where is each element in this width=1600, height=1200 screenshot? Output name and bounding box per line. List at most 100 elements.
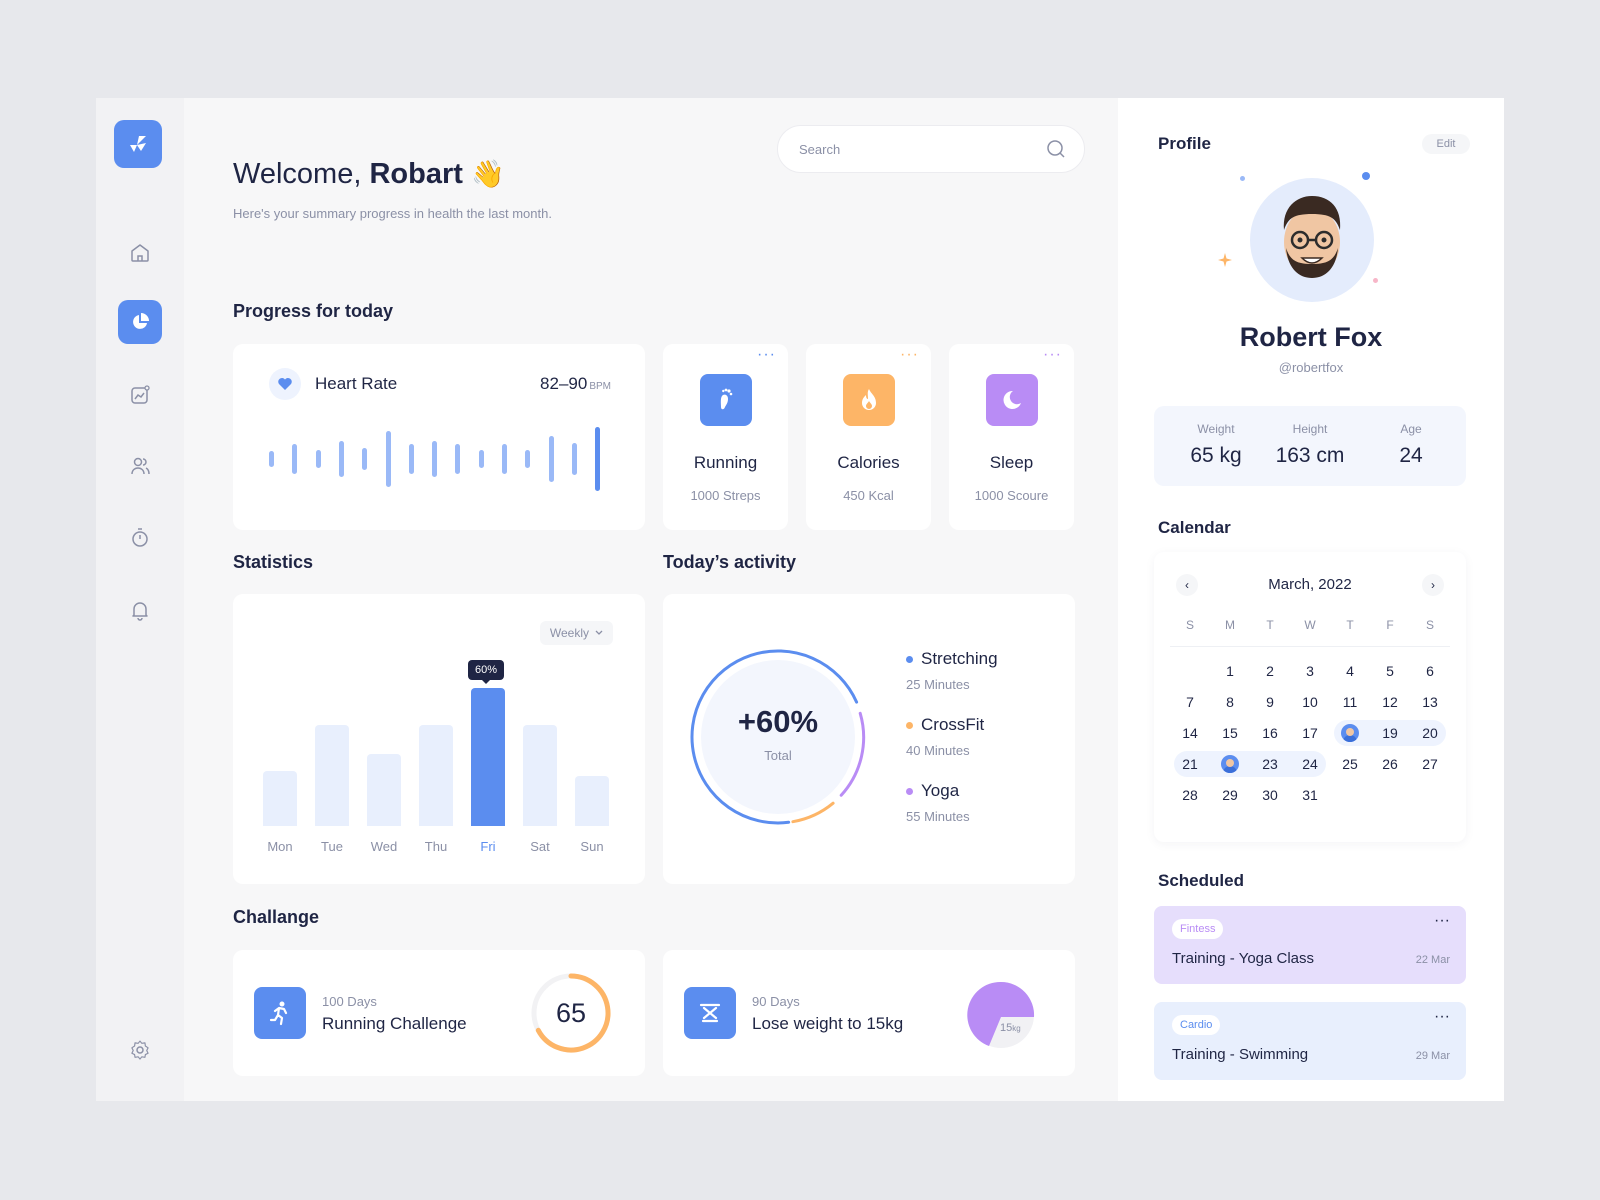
challenge-card-weight[interactable]: 90 Days Lose weight to 15kg 15kg [663,950,1075,1076]
calendar-day[interactable]: 1 [1210,658,1250,684]
activity-total-value: +60% [737,704,819,739]
period-dropdown[interactable]: Weekly [539,621,613,645]
calendar-day[interactable]: 10 [1290,689,1330,715]
waveform-bar [385,431,391,487]
calendar-day[interactable]: 30 [1250,782,1290,808]
weight-pie [967,981,1035,1048]
legend-crossfit-duration: 40 Minutes [906,743,970,758]
metric-label: Weight [1197,422,1235,436]
nav-settings[interactable] [118,1028,162,1072]
avatar[interactable] [1250,178,1374,302]
calendar-day[interactable]: 13 [1410,689,1450,715]
calories-label: Calories [837,453,900,472]
calendar-day[interactable]: 20 [1410,720,1450,746]
legend-dot [906,655,913,663]
calendar-day[interactable]: 26 [1370,751,1410,777]
scheduled-tag: Cardio [1172,1015,1221,1035]
search-input[interactable] [799,141,1046,157]
search-icon[interactable] [1046,139,1066,159]
calendar-day[interactable]: 8 [1210,689,1250,715]
sleep-card[interactable]: ··· Sleep 1000 Scoure [949,344,1074,530]
calendar-day[interactable] [1330,720,1370,746]
challenge-card-running[interactable]: 100 Days Running Challenge 65 [233,950,645,1076]
calendar-day[interactable]: 11 [1330,689,1370,715]
nav-users[interactable] [118,444,162,488]
trend-chart-icon [131,385,150,404]
nav-home[interactable] [118,231,162,275]
settings-icon [131,1040,149,1060]
running-card[interactable]: ··· Running 1000 Streps [663,344,788,530]
waveform-bar [269,451,274,467]
progress-title: Progress for today [233,301,394,321]
calendar-day[interactable]: 29 [1210,782,1250,808]
calendar-day[interactable]: 21 [1170,751,1210,777]
scheduled-item-yoga[interactable]: Fintess ··· Training - Yoga Class 22 Mar [1154,906,1466,984]
calendar-day[interactable]: 15 [1210,720,1250,746]
heart-rate-card[interactable]: Heart Rate 82–90 BPM [233,344,645,530]
calendar-day[interactable]: 16 [1250,720,1290,746]
calendar-day[interactable]: 24 [1290,751,1330,777]
challenge-name: Lose weight to 15kg [752,1014,904,1033]
nav-trends[interactable] [118,373,162,417]
profile-handle: @robertfox [1278,360,1344,375]
nav-dashboard[interactable] [118,300,162,344]
x-tick-label: Wed [370,839,398,854]
more-icon[interactable]: ··· [1043,346,1062,364]
more-icon[interactable]: ··· [900,346,919,364]
calendar-day[interactable]: 7 [1170,689,1210,715]
nav-notifications[interactable] [118,588,162,632]
challenge-icon-badge [684,987,736,1039]
calendar-day[interactable]: 25 [1330,751,1370,777]
waving-hand-icon: 👋 [470,159,505,189]
calendar-next-button[interactable]: › [1422,574,1444,596]
calendar-day[interactable]: 6 [1410,658,1450,684]
legend-dot [906,787,913,795]
scheduled-date: 29 Mar [1415,1050,1450,1062]
calendar-divider [1170,646,1450,647]
calories-card[interactable]: ··· Calories 450 Kcal [806,344,931,530]
calendar-event-avatar [1341,724,1359,742]
nav-timer[interactable] [118,516,162,560]
app-logo[interactable] [114,120,162,168]
scale-icon [699,1003,721,1023]
bar-sat[interactable] [523,724,557,826]
more-icon[interactable]: ··· [757,346,776,364]
waveform-bar [502,444,507,474]
calendar-day[interactable]: 23 [1250,751,1290,777]
x-tick-label: Mon [267,839,293,854]
bar-wed[interactable] [367,754,401,826]
calendar-day[interactable]: 28 [1170,782,1210,808]
calendar-day[interactable] [1210,751,1250,777]
calendar-day[interactable]: 9 [1250,689,1290,715]
bar-thu[interactable] [419,724,453,826]
scheduled-title-text: Training - Yoga Class [1172,950,1315,967]
heart-rate-waveform [269,424,609,494]
search-box[interactable] [777,125,1085,173]
bar-mon[interactable] [263,770,297,826]
calendar-day[interactable]: 31 [1290,782,1330,808]
more-icon[interactable]: ··· [1434,912,1450,930]
heart-icon [278,378,292,390]
calendar-day[interactable]: 27 [1410,751,1450,777]
calendar-day[interactable]: 4 [1330,658,1370,684]
heart-rate-unit: BPM [589,381,611,392]
calendar-day[interactable]: 5 [1370,658,1410,684]
legend-stretching: Stretching 25 Minutes [906,649,998,692]
scheduled-item-swimming[interactable]: Cardio ··· Training - Swimming 29 Mar [1154,1002,1466,1080]
bar-sun[interactable] [575,776,609,826]
challenge-days: 100 Days [322,994,377,1009]
calendar-day[interactable]: 19 [1370,720,1410,746]
calendar-day[interactable]: 14 [1170,720,1210,746]
calendar-day[interactable]: 12 [1370,689,1410,715]
edit-profile-button[interactable]: Edit [1422,134,1470,154]
weight-pie-label: 15kg [1000,1022,1021,1034]
bar-tue[interactable] [315,724,349,826]
home-icon [131,244,149,262]
calendar-day[interactable]: 3 [1290,658,1330,684]
calendar-day[interactable]: 17 [1290,720,1330,746]
decor-dot [1373,278,1378,283]
more-icon[interactable]: ··· [1434,1008,1450,1026]
running-person-icon [269,1001,288,1026]
bar-fri[interactable] [471,688,505,826]
calendar-day[interactable]: 2 [1250,658,1290,684]
